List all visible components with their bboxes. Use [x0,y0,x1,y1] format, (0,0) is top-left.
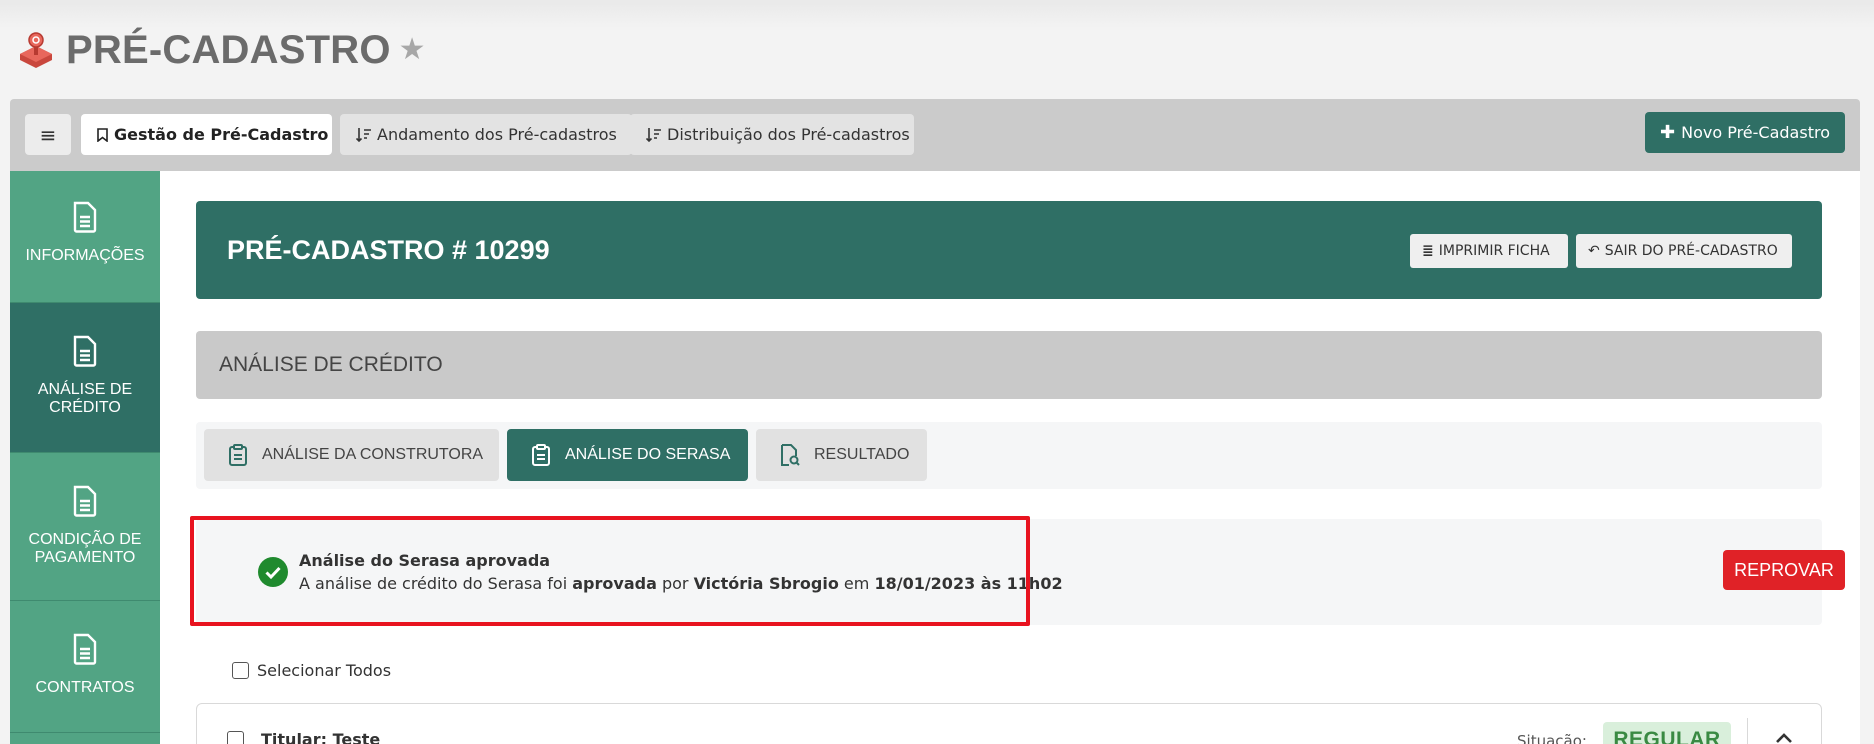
exit-button-label: SAIR DO PRÉ-CADASTRO [1604,243,1778,259]
print-button[interactable]: ≣ IMPRIMIR FICHA [1410,234,1568,268]
chevron-up-icon[interactable] [1775,732,1793,744]
situation-label: Situação: [1517,732,1587,744]
sort-icon [646,127,661,142]
new-pre-cadastro-button[interactable]: ✚ Novo Pré-Cadastro [1645,112,1845,153]
tab-analise-construtora[interactable]: ANÁLISE DA CONSTRUTORA [204,429,499,481]
reply-icon: ↶ [1588,243,1600,259]
sort-icon [356,127,371,142]
sidebar-item-contratos[interactable]: CONTRATOS [10,601,160,733]
tab-label: Distribuição dos Pré-cadastros [667,125,910,144]
section-header: ANÁLISE DE CRÉDITO [196,331,1822,399]
bookmark-icon [97,127,108,142]
page-header: PRÉ-CADASTRO ★ [18,24,426,76]
document-search-icon [781,444,800,466]
reject-button[interactable]: REPROVAR [1723,550,1845,590]
tab-label: Gestão de Pré-Cadastro [114,125,329,144]
document-icon [73,485,97,517]
sidebar: INFORMAÇÕES ANÁLISE DE CRÉDITO CONDIÇÃO … [10,171,160,744]
new-button-label: Novo Pré-Cadastro [1681,123,1830,142]
list-icon: ≣ [1422,243,1434,259]
star-icon[interactable]: ★ [399,35,426,65]
pre-cadastro-header: PRÉ-CADASTRO # 10299 ≣ IMPRIMIR FICHA ↶ … [196,201,1822,299]
section-title: ANÁLISE DE CRÉDITO [219,353,443,376]
sidebar-item-label: CRÉDITO [49,399,121,416]
exit-button[interactable]: ↶ SAIR DO PRÉ-CADASTRO [1576,234,1792,268]
subtab-label: ANÁLISE DA CONSTRUTORA [262,446,484,463]
subtab-label: RESULTADO [814,446,910,463]
sidebar-item-informacoes[interactable]: INFORMAÇÕES [10,171,160,303]
main-content: PRÉ-CADASTRO # 10299 ≣ IMPRIMIR FICHA ↶ … [160,171,1860,744]
clipboard-icon [532,444,550,466]
highlight-box [190,516,1030,626]
top-nav-bar: ≡ Gestão de Pré-Cadastro Andamento dos P… [10,99,1860,171]
document-icon [73,335,97,367]
sidebar-item-condicao-pagamento[interactable]: CONDIÇÃO DE PAGAMENTO [10,453,160,601]
sidebar-item-label: INFORMAÇÕES [25,247,145,264]
tab-distribuicao[interactable]: Distribuição dos Pré-cadastros [630,114,914,155]
tab-analise-serasa[interactable]: ANÁLISE DO SERASA [507,429,748,481]
print-button-label: IMPRIMIR FICHA [1438,243,1550,259]
document-icon [73,633,97,665]
sidebar-item-label: PAGAMENTO [34,549,136,566]
pre-cadastro-title: PRÉ-CADASTRO # 10299 [227,235,550,265]
document-icon [73,201,97,233]
select-all-label: Selecionar Todos [257,661,392,680]
sidebar-item-label: CONDIÇÃO DE [28,531,142,548]
menu-button[interactable]: ≡ [25,114,71,155]
page-title: PRÉ-CADASTRO [66,27,391,72]
tab-gestao-pre-cadastro[interactable]: Gestão de Pré-Cadastro [81,114,332,155]
select-all-checkbox[interactable] [232,662,249,679]
subtab-label: ANÁLISE DO SERASA [565,446,731,463]
status-badge: REGULAR [1603,722,1731,744]
row-title: Titular: Teste [261,730,381,744]
row-checkbox[interactable] [227,731,244,744]
titular-row: Titular: Teste Situação: REGULAR [196,703,1822,744]
sidebar-item-label: CONTRATOS [35,679,135,696]
divider [1747,718,1748,744]
tab-resultado[interactable]: RESULTADO [756,429,927,481]
plus-icon: ✚ [1660,122,1676,143]
sidebar-item-analise-credito[interactable]: ANÁLISE DE CRÉDITO [10,303,160,453]
hamburger-icon: ≡ [39,122,57,147]
tab-andamento[interactable]: Andamento dos Pré-cadastros [340,114,632,155]
subtabs: ANÁLISE DA CONSTRUTORA ANÁLISE DO SERASA… [196,422,1822,489]
tab-label: Andamento dos Pré-cadastros [377,125,617,144]
select-all[interactable]: Selecionar Todos [232,661,391,680]
sidebar-item-more[interactable] [10,733,160,744]
clipboard-icon [229,444,247,466]
sidebar-item-label: ANÁLISE DE [37,381,133,398]
joystick-icon [20,32,52,68]
